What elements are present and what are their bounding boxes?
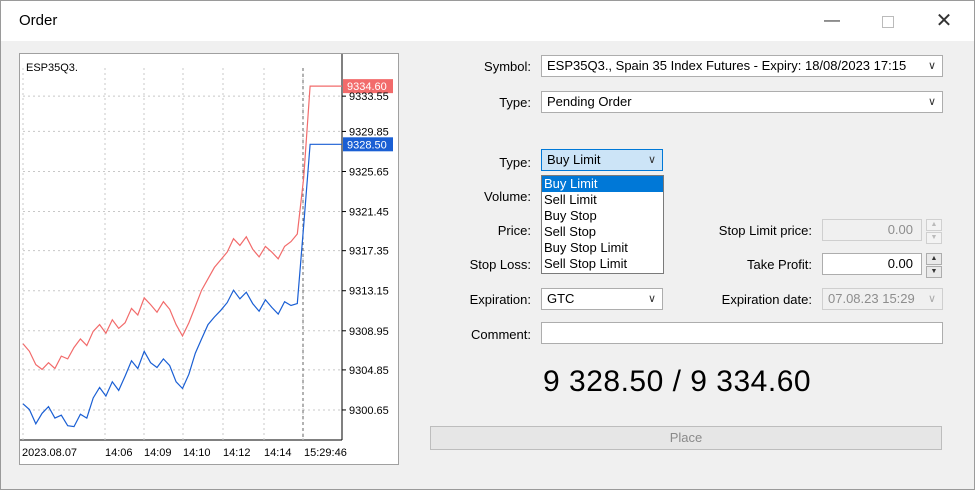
minimize-icon[interactable]: — [809, 7, 855, 35]
bid-ask-quote: 9 328.50 / 9 334.60 [543, 365, 812, 398]
expiration-date-value: 07.08.23 15:29 [828, 291, 915, 306]
take-profit-stepper[interactable]: ▲ ▼ [926, 253, 942, 278]
maximize-icon[interactable] [865, 7, 911, 35]
chevron-down-icon: ∨ [927, 293, 936, 305]
window-title: Order [19, 12, 58, 29]
y-tick-label: 9333.55 [349, 91, 389, 103]
symbol-value: ESP35Q3., Spain 35 Index Futures - Expir… [547, 58, 907, 73]
type-option[interactable]: Buy Stop Limit [542, 240, 663, 256]
x-tick-label: 14:14 [264, 447, 292, 459]
x-tick-label: 15:29:46 [304, 447, 347, 459]
x-tick-label: 14:09 [144, 447, 172, 459]
expiration-date-picker: 07.08.23 15:29 ∨ [822, 288, 943, 310]
chevron-down-icon: ∨ [647, 154, 656, 166]
expiration-label: Expiration: [469, 292, 531, 307]
order-type-select[interactable]: Pending Order ∨ [541, 91, 943, 113]
expiration-value: GTC [547, 291, 575, 306]
x-tick-label: 2023.08.07 [22, 447, 77, 459]
x-tick-label: 14:12 [223, 447, 251, 459]
y-tick-label: 9300.65 [349, 405, 389, 417]
close-icon[interactable]: ✕ [921, 7, 967, 35]
symbol-select[interactable]: ESP35Q3., Spain 35 Index Futures - Expir… [541, 55, 943, 77]
type-option[interactable]: Buy Stop [542, 208, 663, 224]
take-profit-input[interactable]: 0.00 [822, 253, 922, 275]
x-tick-label: 14:10 [183, 447, 211, 459]
pending-type-label: Type: [499, 155, 531, 170]
y-tick-label: 9308.95 [349, 326, 389, 338]
bid-price-tag: 9328.50 [347, 139, 387, 151]
symbol-label: Symbol: [484, 59, 531, 74]
comment-label: Comment: [471, 327, 531, 342]
chevron-down-icon: ∨ [647, 293, 656, 305]
y-tick-label: 9313.15 [349, 286, 389, 298]
type-option[interactable]: Sell Limit [542, 192, 663, 208]
y-tick-label: 9329.85 [349, 126, 389, 138]
y-tick-label: 9304.85 [349, 365, 389, 377]
spin-down-icon: ▼ [926, 232, 942, 244]
chart-canvas: 9334.609328.50 9333.559329.859325.659321… [20, 54, 393, 459]
chart-symbol-label: ESP35Q3. [26, 62, 78, 74]
comment-input[interactable] [541, 322, 943, 344]
chevron-down-icon: ∨ [924, 56, 936, 76]
stop-limit-input: 0.00 [822, 219, 922, 241]
pending-type-select[interactable]: Buy Limit ∨ [541, 149, 663, 171]
volume-label: Volume: [484, 189, 531, 204]
spin-up-icon[interactable]: ▲ [926, 253, 942, 265]
type-option[interactable]: Sell Stop Limit [542, 256, 663, 272]
spin-up-icon: ▲ [926, 219, 942, 231]
type-option[interactable]: Buy Limit [542, 176, 663, 192]
expiration-select[interactable]: GTC ∨ [541, 288, 663, 310]
x-tick-label: 14:06 [105, 447, 133, 459]
price-label: Price: [497, 223, 531, 238]
y-tick-label: 9321.45 [349, 207, 389, 219]
chevron-down-icon: ∨ [927, 96, 936, 108]
order-type-value: Pending Order [547, 94, 632, 109]
pending-type-dropdown-list[interactable]: Buy Limit Sell Limit Buy Stop Sell Stop Buy … [541, 175, 664, 274]
expiration-date-label: Expiration date: [721, 292, 812, 307]
order-window: Order — ✕ 9334.60 9328.50 9333.55 9329.85 9… [0, 0, 975, 490]
spin-down-icon[interactable]: ▼ [926, 266, 942, 278]
price-chart[interactable]: 9334.60 9328.50 9333.55 9329.85 9325.65 9321… [19, 53, 399, 465]
title-bar: Order — ✕ [1, 1, 974, 41]
type-option[interactable]: Sell Stop [542, 224, 663, 240]
stop-loss-label: Stop Loss: [469, 257, 531, 272]
place-button: Place [430, 426, 942, 450]
y-tick-label: 9325.65 [349, 166, 389, 178]
stop-limit-label: Stop Limit price: [718, 223, 812, 238]
y-tick-label: 9317.35 [349, 246, 389, 258]
stop-limit-stepper: ▲ ▼ [926, 219, 942, 244]
type-label: Type: [499, 95, 531, 110]
pending-type-value: Buy Limit [547, 152, 601, 167]
take-profit-label: Take Profit: [746, 257, 812, 272]
